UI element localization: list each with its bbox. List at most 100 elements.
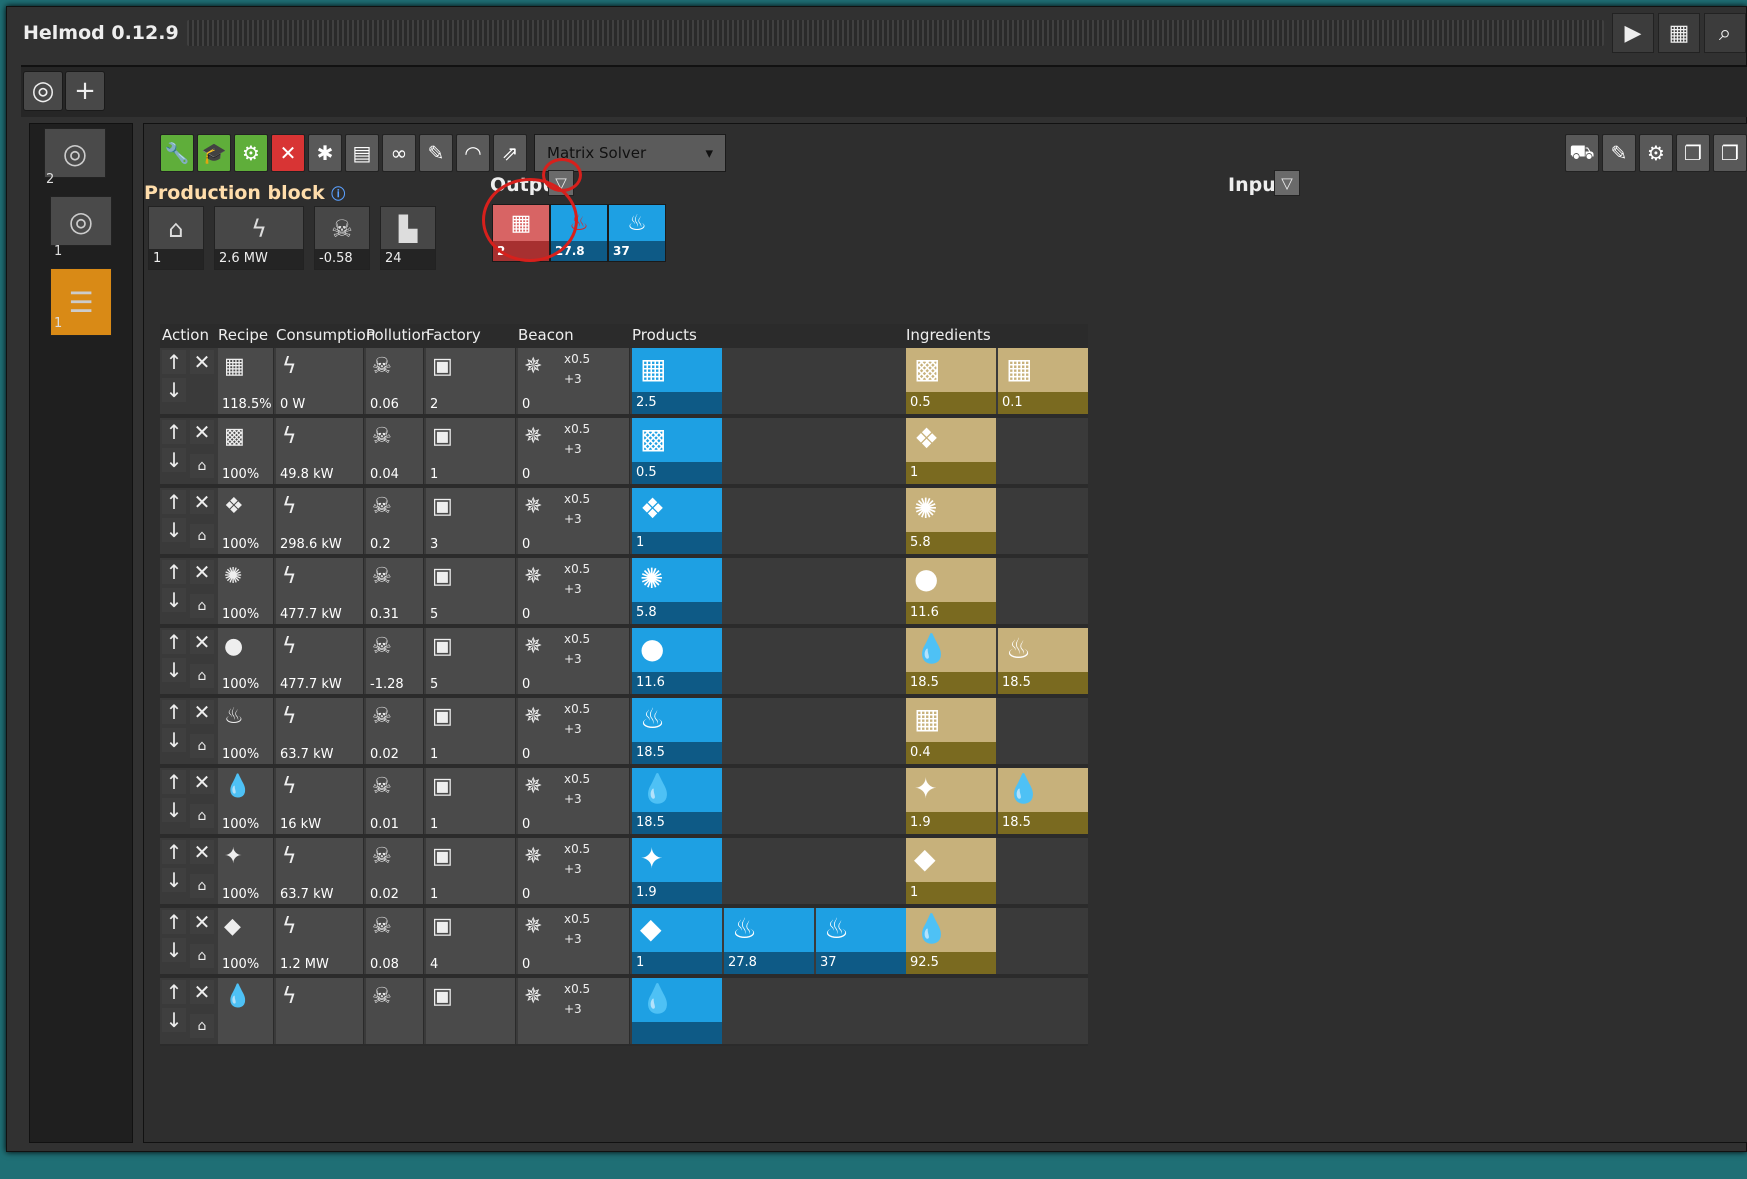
product-cell[interactable]: ▦ 2.5 bbox=[632, 348, 722, 414]
ingredient-cell[interactable]: 💧 18.5 bbox=[906, 628, 996, 694]
remove-icon[interactable]: ✕ bbox=[190, 420, 214, 444]
drag-handle[interactable] bbox=[187, 20, 1604, 46]
beacon-cell[interactable]: ✵ x0.5 +3 0 bbox=[518, 488, 630, 554]
factory-cell[interactable]: ▣ 5 bbox=[426, 558, 516, 624]
recipe-cell[interactable]: ❖ 100% bbox=[218, 488, 274, 554]
recipe-cell[interactable]: ● 100% bbox=[218, 628, 274, 694]
product-cell[interactable]: ◆ 1 bbox=[632, 908, 722, 974]
remove-icon[interactable]: ✕ bbox=[190, 490, 214, 514]
beacon-cell[interactable]: ✵ x0.5 +3 0 bbox=[518, 348, 630, 414]
recipe-cell[interactable]: ♨ 100% bbox=[218, 698, 274, 764]
ingredient-cell[interactable]: ♨ 18.5 bbox=[998, 628, 1088, 694]
remove-icon[interactable]: ✕ bbox=[190, 630, 214, 654]
move-up-icon[interactable]: ↑ bbox=[162, 980, 186, 1004]
move-up-icon[interactable]: ↑ bbox=[162, 700, 186, 724]
move-up-icon[interactable]: ↑ bbox=[162, 350, 186, 374]
move-down-icon[interactable]: ↓ bbox=[162, 1008, 186, 1032]
factory-cell[interactable]: ▣ 1 bbox=[426, 768, 516, 834]
ingredient-cell[interactable]: ◆ 1 bbox=[906, 838, 996, 904]
recipe-cell[interactable]: ✦ 100% bbox=[218, 838, 274, 904]
beacon-cell[interactable]: ✵ x0.5 +3 0 bbox=[518, 418, 630, 484]
pin-icon[interactable]: ✎ bbox=[419, 134, 453, 172]
remove-icon[interactable]: ✕ bbox=[190, 910, 214, 934]
export-icon[interactable]: ⇗ bbox=[493, 134, 527, 172]
lock-icon[interactable]: ⌂ bbox=[190, 804, 214, 828]
product-cell[interactable]: ▩ 0.5 bbox=[632, 418, 722, 484]
factory-cell[interactable]: ▣ 2 bbox=[426, 348, 516, 414]
ingredient-cell[interactable]: ✺ 5.8 bbox=[906, 488, 996, 554]
recipe-cell[interactable]: ▩ 100% bbox=[218, 418, 274, 484]
ingredient-cell[interactable]: ✦ 1.9 bbox=[906, 768, 996, 834]
move-up-icon[interactable]: ↑ bbox=[162, 630, 186, 654]
remove-icon[interactable]: ✕ bbox=[190, 560, 214, 584]
move-down-icon[interactable]: ↓ bbox=[162, 518, 186, 542]
product-cell[interactable]: ✦ 1.9 bbox=[632, 838, 722, 904]
move-up-icon[interactable]: ↑ bbox=[162, 560, 186, 584]
play-icon[interactable]: ▶ bbox=[1612, 13, 1654, 53]
factory-cell[interactable]: ▣ 1 bbox=[426, 698, 516, 764]
beacon-cell[interactable]: ✵ x0.5 +3 bbox=[518, 978, 630, 1044]
ingredient-cell[interactable]: ❖ 1 bbox=[906, 418, 996, 484]
product-cell[interactable]: ❖ 1 bbox=[632, 488, 722, 554]
beacon-cell[interactable]: ✵ x0.5 +3 0 bbox=[518, 698, 630, 764]
move-down-icon[interactable]: ↓ bbox=[162, 378, 186, 402]
move-up-icon[interactable]: ↑ bbox=[162, 490, 186, 514]
remove-icon[interactable]: ✕ bbox=[190, 350, 214, 374]
tech-icon[interactable]: 🎓 bbox=[197, 134, 231, 172]
product-cell[interactable]: ♨ 27.8 bbox=[724, 908, 814, 974]
beacon-cell[interactable]: ✵ x0.5 +3 0 bbox=[518, 768, 630, 834]
move-down-icon[interactable]: ↓ bbox=[162, 448, 186, 472]
move-down-icon[interactable]: ↓ bbox=[162, 798, 186, 822]
lock-icon[interactable]: ⌂ bbox=[190, 664, 214, 688]
lock-icon[interactable]: ⌂ bbox=[190, 454, 214, 478]
lock-icon[interactable]: ⌂ bbox=[190, 944, 214, 968]
title-bar[interactable]: Helmod 0.12.9 ▶ ▦ ⌕ bbox=[7, 7, 1746, 59]
paste-icon[interactable]: ❐ bbox=[1713, 134, 1747, 172]
move-down-icon[interactable]: ↓ bbox=[162, 728, 186, 752]
lock-icon[interactable]: ⌂ bbox=[190, 1014, 214, 1038]
link-icon[interactable]: ∞ bbox=[382, 134, 416, 172]
factory-cell[interactable]: ▣ 5 bbox=[426, 628, 516, 694]
move-down-icon[interactable]: ↓ bbox=[162, 938, 186, 962]
close-icon[interactable]: ✕ bbox=[271, 134, 305, 172]
move-down-icon[interactable]: ↓ bbox=[162, 588, 186, 612]
add-model-button[interactable]: + bbox=[65, 71, 105, 111]
factory-cell[interactable]: ▣ bbox=[426, 978, 516, 1044]
output-steam[interactable]: ♨ 37 bbox=[608, 204, 666, 262]
ingredient-cell[interactable]: ▦ 0.1 bbox=[998, 348, 1088, 414]
move-down-icon[interactable]: ↓ bbox=[162, 658, 186, 682]
remove-icon[interactable]: ✕ bbox=[190, 770, 214, 794]
document-icon[interactable]: ▤ bbox=[345, 134, 379, 172]
model-icon[interactable]: ◎ bbox=[23, 71, 63, 111]
calculator-icon[interactable]: ▦ bbox=[1658, 13, 1700, 53]
logistics-icon[interactable]: ⛟ bbox=[1565, 134, 1599, 172]
move-up-icon[interactable]: ↑ bbox=[162, 770, 186, 794]
remove-icon[interactable]: ✕ bbox=[190, 700, 214, 724]
lock-icon[interactable]: ⌂ bbox=[190, 874, 214, 898]
input-filter-icon[interactable]: ▽ bbox=[1274, 170, 1300, 196]
bug-icon[interactable]: ✱ bbox=[308, 134, 342, 172]
sidebar-item-block-1[interactable]: ◎ bbox=[50, 196, 112, 246]
remove-icon[interactable]: ✕ bbox=[190, 980, 214, 1004]
lock-icon[interactable]: ⌂ bbox=[190, 594, 214, 618]
beacon-cell[interactable]: ✵ x0.5 +3 0 bbox=[518, 908, 630, 974]
beacon-cell[interactable]: ✵ x0.5 +3 0 bbox=[518, 838, 630, 904]
product-cell[interactable]: ✺ 5.8 bbox=[632, 558, 722, 624]
recipe-cell[interactable]: ✺ 100% bbox=[218, 558, 274, 624]
factory-up-icon[interactable]: ⚙ bbox=[234, 134, 268, 172]
recipe-cell[interactable]: ▦ 118.5% bbox=[218, 348, 274, 414]
settings-icon[interactable]: ⚙ bbox=[1639, 134, 1673, 172]
ingredient-cell[interactable]: 💧 92.5 bbox=[906, 908, 996, 974]
product-cell[interactable]: ♨ 18.5 bbox=[632, 698, 722, 764]
product-cell[interactable]: ● 11.6 bbox=[632, 628, 722, 694]
info-icon[interactable]: ⓘ bbox=[331, 187, 345, 203]
copy-icon[interactable]: ❐ bbox=[1676, 134, 1710, 172]
lock-icon[interactable]: ⌂ bbox=[190, 524, 214, 548]
search-icon[interactable]: ⌕ bbox=[1704, 13, 1746, 53]
remove-icon[interactable]: ✕ bbox=[190, 840, 214, 864]
sidebar-item-model[interactable]: ◎ bbox=[44, 128, 106, 178]
move-up-icon[interactable]: ↑ bbox=[162, 910, 186, 934]
ingredient-cell[interactable]: ▦ 0.4 bbox=[906, 698, 996, 764]
ingredient-cell[interactable]: 💧 18.5 bbox=[998, 768, 1088, 834]
beacon-cell[interactable]: ✵ x0.5 +3 0 bbox=[518, 628, 630, 694]
